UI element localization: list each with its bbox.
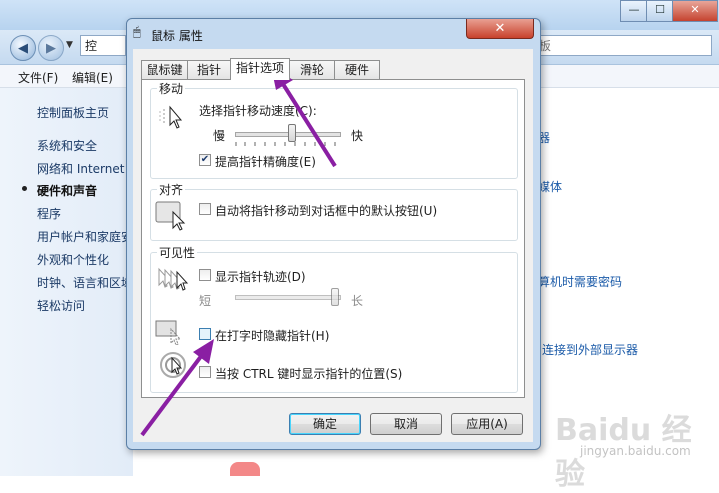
address-input[interactable]: 控	[80, 35, 126, 56]
sidebar-item-accounts[interactable]: 用户帐户和家庭安	[37, 228, 133, 245]
right-link-password[interactable]: 算机时需要密码	[538, 273, 622, 290]
sidebar-item-network[interactable]: 网络和 Internet	[37, 160, 124, 177]
sidebar-item-hardware[interactable]: 硬件和声音	[37, 182, 97, 199]
tab-pointers[interactable]: 指针	[187, 60, 231, 79]
ok-button[interactable]: 确定	[289, 413, 361, 435]
snap-to-icon	[155, 201, 186, 231]
tab-pointer-options[interactable]: 指针选项	[230, 58, 290, 80]
fast-label: 快	[351, 129, 364, 143]
enhance-precision-checkbox[interactable]: ✔	[199, 154, 211, 166]
pointer-trails-checkbox[interactable]	[199, 269, 211, 281]
trail-slider-thumb[interactable]	[331, 288, 339, 306]
dialog-title: 鼠标 属性	[151, 29, 203, 43]
hide-while-typing-label[interactable]: 在打字时隐藏指针(H)	[215, 327, 329, 344]
apply-button[interactable]: 应用(A)	[451, 413, 523, 435]
snap-group-label: 对齐	[157, 181, 186, 198]
history-dropdown-icon[interactable]: ▼	[66, 40, 73, 50]
mouse-properties-dialog: 🖱 鼠标 属性 ✕ 鼠标键 指针 指针选项 滑轮 硬件 移动 选择指针移动速度(…	[126, 18, 541, 450]
pointer-options-panel: 移动 选择指针移动速度(C): 慢 快 ✔ 提高指针精确度(E) 对齐 自动将指…	[141, 79, 525, 398]
right-link-display[interactable]: 连接到外部显示器	[542, 341, 638, 358]
watermark-url: jingyan.baidu.com	[580, 444, 691, 458]
visibility-group: 可见性 显示指针轨迹(D) 短 长 在打字时隐藏指针(H) 当按 CTRL 键时…	[150, 244, 518, 393]
menu-file[interactable]: 文件(F)	[18, 69, 58, 86]
pointer-speed-icon	[159, 105, 183, 129]
sidebar-item-clock[interactable]: 时钟、语言和区域	[37, 274, 133, 291]
minimize-button[interactable]: —	[620, 0, 648, 22]
forward-arrow-icon: ▶	[46, 40, 56, 56]
search-input[interactable]: 板	[532, 35, 712, 56]
enhance-precision-label[interactable]: 提高指针精确度(E)	[215, 153, 316, 170]
dialog-body: 鼠标键 指针 指针选项 滑轮 硬件 移动 选择指针移动速度(C): 慢 快 ✔ …	[133, 49, 533, 442]
sidebar: 控制面板主页 系统和安全 网络和 Internet 硬件和声音 程序 用户帐户和…	[0, 88, 133, 476]
maximize-button[interactable]: ☐	[646, 0, 674, 22]
pointer-trails-label[interactable]: 显示指针轨迹(D)	[215, 268, 306, 285]
short-label: 短	[199, 294, 212, 308]
ctrl-show-checkbox[interactable]	[199, 366, 211, 378]
sidebar-item-ease[interactable]: 轻松访问	[37, 297, 85, 314]
sidebar-item-security[interactable]: 系统和安全	[37, 137, 97, 154]
sidebar-item-appearance[interactable]: 外观和个性化	[37, 251, 109, 268]
sidebar-home-link[interactable]: 控制面板主页	[37, 104, 109, 121]
close-button[interactable]: ✕	[672, 0, 718, 22]
long-label: 长	[351, 294, 364, 308]
right-link-media[interactable]: 媒体	[538, 178, 562, 195]
ctrl-show-label[interactable]: 当按 CTRL 键时显示指针的位置(S)	[215, 365, 402, 382]
snap-to-default-checkbox[interactable]	[199, 203, 211, 215]
sidebar-item-programs[interactable]: 程序	[37, 205, 61, 222]
snap-to-default-label[interactable]: 自动将指针移动到对话框中的默认按钮(U)	[215, 202, 437, 219]
tab-buttons[interactable]: 鼠标键	[141, 60, 188, 79]
motion-group: 移动 选择指针移动速度(C): 慢 快 ✔ 提高指针精确度(E)	[150, 80, 518, 179]
mouse-icon: 🖱	[133, 25, 141, 40]
hide-while-typing-checkbox[interactable]	[199, 328, 211, 340]
tab-hardware[interactable]: 硬件	[334, 60, 380, 79]
visibility-group-label: 可见性	[157, 244, 198, 261]
tab-wheel[interactable]: 滑轮	[289, 60, 335, 79]
forward-button[interactable]: ▶	[38, 35, 64, 61]
slow-label: 慢	[213, 129, 226, 143]
speed-slider-ticks	[235, 142, 336, 146]
hide-while-typing-icon	[155, 320, 182, 345]
back-arrow-icon: ◀	[18, 40, 28, 56]
pointer-trails-icon	[158, 267, 189, 291]
partial-icon	[230, 462, 260, 476]
motion-group-label: 移动	[157, 80, 186, 97]
back-button[interactable]: ◀	[10, 35, 36, 61]
ctrl-locate-icon	[160, 352, 186, 378]
speed-slider-thumb[interactable]	[287, 124, 296, 142]
trail-slider-track	[235, 295, 341, 300]
current-item-bullet	[22, 186, 27, 191]
dialog-close-button[interactable]: ✕	[466, 19, 534, 39]
speed-label: 选择指针移动速度(C):	[199, 104, 317, 118]
cancel-button[interactable]: 取消	[370, 413, 442, 435]
snap-group: 对齐 自动将指针移动到对话框中的默认按钮(U)	[150, 181, 518, 241]
menu-edit[interactable]: 编辑(E)	[72, 69, 113, 86]
